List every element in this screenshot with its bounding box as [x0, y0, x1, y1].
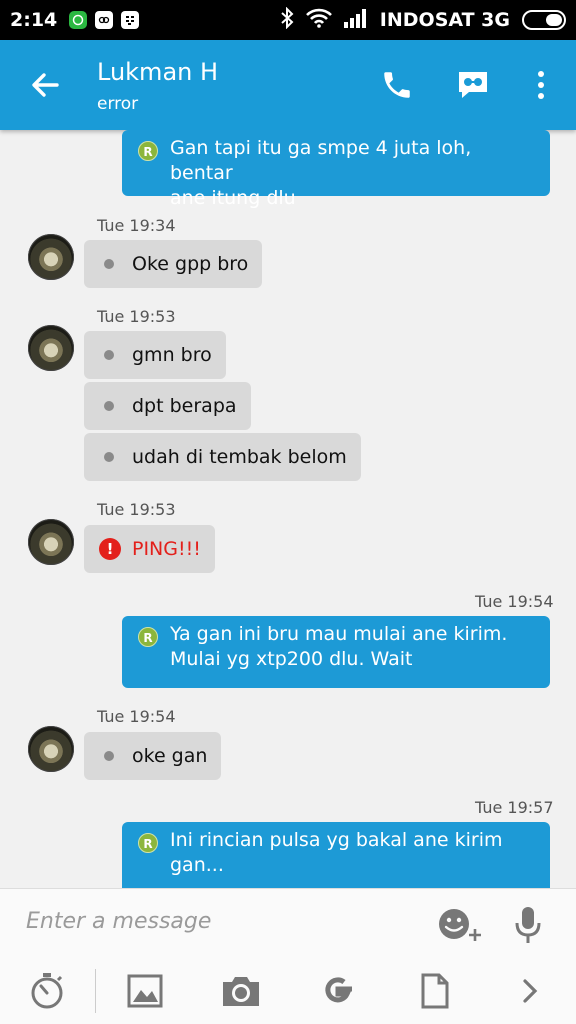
bbm-chat-icon[interactable] [454, 66, 492, 104]
contact-avatar[interactable] [28, 726, 74, 772]
message-text-line: Gan tapi itu ga smpe 4 juta loh, bentar [170, 137, 472, 184]
message-timestamp: Tue 19:57 [475, 798, 554, 817]
read-receipt-icon: R [138, 627, 158, 647]
message-timestamp: Tue 19:54 [475, 592, 554, 611]
unread-dot-icon [104, 401, 114, 411]
status-time: 2:14 [10, 9, 58, 31]
message-text-line: ane itung dlu [170, 187, 296, 209]
emoji-add-icon[interactable] [436, 907, 484, 947]
ping-message[interactable]: ! PING!!! [84, 525, 215, 573]
carrier-label: INDOSAT 3G [379, 9, 510, 31]
wifi-icon [305, 8, 332, 33]
overflow-menu-icon[interactable] [522, 66, 560, 104]
unread-dot-icon [104, 350, 114, 360]
message-text-line: gan... [170, 854, 224, 876]
contact-avatar[interactable] [28, 234, 74, 280]
contact-name[interactable]: Lukman H [97, 58, 218, 86]
message-text: dpt berapa [132, 395, 237, 417]
read-receipt-icon: R [138, 833, 158, 853]
chat-app-bar: Lukman H error [0, 40, 576, 130]
whatsapp-notification-icon [69, 11, 88, 29]
unread-dot-icon [104, 751, 114, 761]
unread-dot-icon [104, 452, 114, 462]
toolbar-divider [95, 969, 96, 1013]
message-text: PING!!! [132, 538, 201, 560]
outgoing-message[interactable]: R Gan tapi itu ga smpe 4 juta loh, benta… [122, 130, 550, 209]
battery-icon [522, 10, 566, 30]
alert-icon: ! [99, 538, 121, 560]
message-input[interactable]: Enter a message [26, 909, 211, 934]
outgoing-message[interactable]: R Ya gan ini bru mau mulai ane kirim. Mu… [122, 616, 550, 688]
message-text-line: Mulai yg xtp200 dlu. Wait [170, 648, 413, 670]
signal-icon [343, 8, 368, 33]
incoming-message[interactable]: oke gan [84, 732, 222, 780]
incoming-message[interactable]: gmn bro [84, 331, 226, 379]
bluetooth-icon [280, 6, 294, 34]
gallery-image-icon[interactable] [125, 971, 165, 1011]
file-icon[interactable] [415, 971, 455, 1011]
message-text-line: Ya gan ini bru mau mulai ane kirim. [170, 623, 508, 645]
contact-avatar[interactable] [28, 519, 74, 565]
message-text: Oke gpp bro [132, 253, 249, 275]
phone-call-button[interactable] [378, 66, 416, 104]
message-timestamp: Tue 19:53 [97, 307, 176, 326]
message-text: oke gan [132, 745, 208, 767]
message-text: gmn bro [132, 344, 212, 366]
google-icon[interactable] [318, 971, 358, 1011]
contact-avatar[interactable] [28, 325, 74, 371]
message-composer: Enter a message [0, 888, 576, 1024]
timer-icon[interactable] [27, 971, 67, 1011]
back-arrow-icon[interactable] [28, 68, 62, 102]
incoming-message[interactable]: Oke gpp bro [84, 240, 263, 288]
message-text: udah di tembak belom [132, 446, 347, 468]
unread-dot-icon [104, 259, 114, 269]
chevron-right-icon[interactable] [510, 971, 550, 1011]
attachment-toolbar [0, 965, 576, 1021]
status-bar: 2:14 INDOSAT 3G [0, 0, 576, 40]
camera-icon[interactable] [221, 971, 261, 1011]
message-timestamp: Tue 19:54 [97, 707, 176, 726]
message-timestamp: Tue 19:53 [97, 500, 176, 519]
contact-status: error [97, 94, 139, 114]
microphone-icon[interactable] [512, 905, 544, 949]
bbm-notification-icon [121, 11, 140, 29]
app-notification-icon [95, 11, 114, 29]
read-receipt-icon: R [138, 141, 158, 161]
incoming-message[interactable]: dpt berapa [84, 382, 251, 430]
message-text-line: Ini rincian pulsa yg bakal ane kirim [170, 829, 503, 851]
incoming-message[interactable]: udah di tembak belom [84, 433, 361, 481]
message-timestamp: Tue 19:34 [97, 216, 176, 235]
message-list[interactable]: R Gan tapi itu ga smpe 4 juta loh, benta… [0, 130, 576, 888]
outgoing-message[interactable]: R Ini rincian pulsa yg bakal ane kirim g… [122, 822, 550, 888]
